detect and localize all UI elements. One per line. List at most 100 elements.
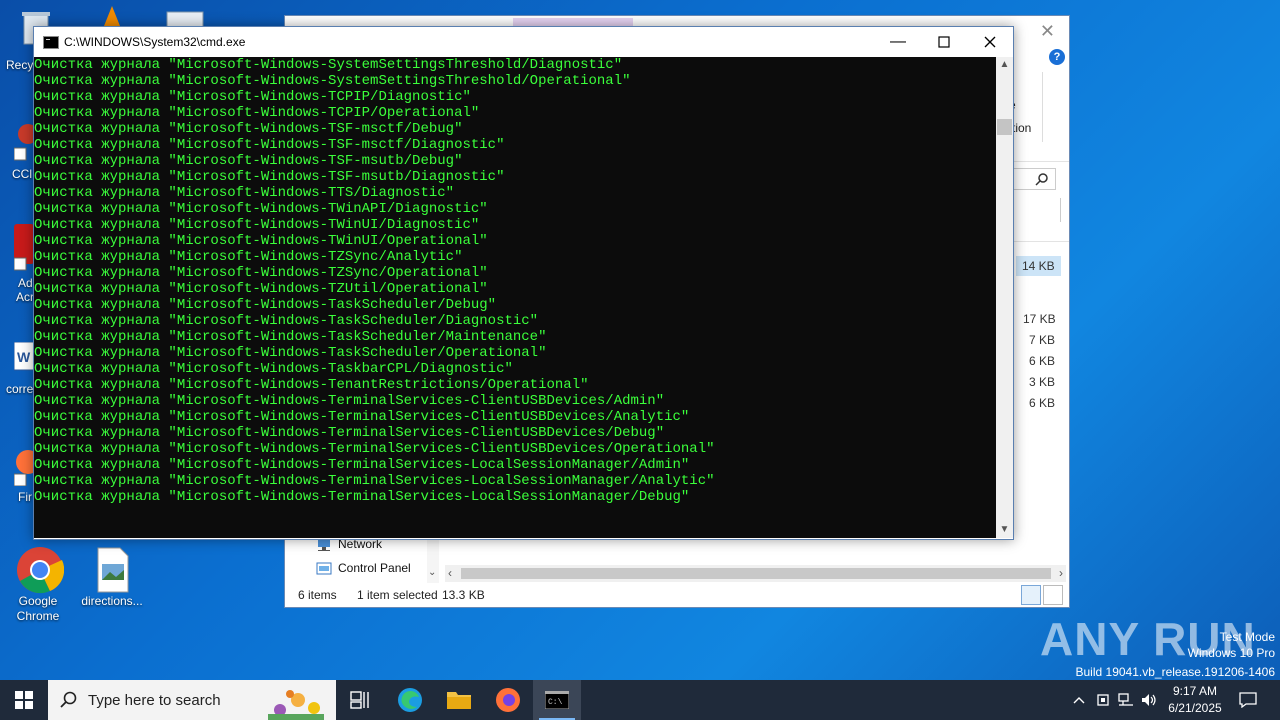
close-icon [984,36,996,48]
scroll-up-icon[interactable]: ▲ [996,57,1013,73]
scroll-down-icon[interactable]: ⌄ [428,567,436,578]
console-line: Очистка журнала "Microsoft-Windows-TCPIP… [34,105,480,121]
document-icon [166,11,204,29]
console-line: Очистка журнала "Microsoft-Windows-TSF-m… [34,137,505,153]
desktop-label-firefox: Fir [18,490,32,504]
console-line: Очистка журнала "Microsoft-Windows-TZSyn… [34,249,463,265]
show-hidden-icons-button[interactable] [1070,680,1088,720]
taskbar: Type here to search C:\ 9:17 AM 6/21/202… [0,680,1280,720]
task-view-icon [350,691,369,709]
taskbar-search-box[interactable]: Type here to search [48,680,336,720]
taskbar-firefox-button[interactable] [484,680,532,720]
file-size: 6 KB [1029,396,1056,410]
console-line: Очистка журнала "Microsoft-Windows-TSF-m… [34,121,463,137]
desktop-icon-word[interactable]: W [13,341,35,374]
console-line: Очистка журнала "Microsoft-Windows-TSF-m… [34,169,505,185]
folder-icon [447,692,471,709]
file-size-selected[interactable]: 14 KB [1016,256,1061,276]
file-size: 6 KB [1029,354,1056,368]
desktop-label-recycle: Recy [6,58,34,72]
action-center-button[interactable] [1232,680,1264,720]
taskbar-edge-button[interactable] [386,680,434,720]
taskbar-cmd-button[interactable]: C:\ [533,680,581,720]
file-size: 7 KB [1029,333,1056,347]
scroll-right-icon[interactable]: › [1059,566,1063,580]
desktop-icon-acrobat[interactable] [13,224,34,272]
desktop-icon-ccleaner[interactable] [13,120,38,164]
edge-icon [398,688,422,712]
horizontal-scrollbar[interactable]: ‹ › [445,565,1066,582]
console-line: Очистка журнала "Microsoft-Windows-TaskS… [34,297,497,313]
explorer-pane-divider [1060,198,1061,222]
cmd-window[interactable]: C:\WINDOWS\System32\cmd.exe — Очистка жу… [33,26,1014,540]
details-view-button[interactable] [1021,585,1041,605]
desktop-label-acrobat-1: Ad [18,276,33,290]
desktop-label-word: corre [6,382,34,396]
file-size: 17 KB [1023,312,1056,326]
chevron-up-icon [1073,697,1085,704]
explorer-search-box[interactable] [1010,168,1056,190]
vlc-icon [104,6,120,26]
nav-pane-scrollbar[interactable]: ⌄ [427,537,439,583]
console-output[interactable]: Очистка журнала "Microsoft-Windows-Syste… [34,57,996,538]
close-button[interactable] [967,27,1013,57]
volume-tray-button[interactable] [1140,680,1158,720]
console-line: Очистка журнала "Microsoft-Windows-Taskb… [34,361,513,377]
search-highlight-flowers-icon [268,690,324,720]
start-button[interactable] [0,680,48,720]
desktop-icon-google-chrome[interactable]: Google Chrome [0,546,76,624]
console-line: Очистка журнала "Microsoft-Windows-Syste… [34,57,623,73]
task-view-button[interactable] [336,680,384,720]
network-tray-button[interactable] [1117,680,1135,720]
status-selected: 1 item selected [357,588,438,602]
image-file-icon [90,546,134,593]
console-line: Очистка журнала "Microsoft-Windows-TZUti… [34,281,488,297]
scroll-down-icon[interactable]: ▼ [996,522,1013,538]
taskbar-clock[interactable]: 9:17 AM 6/21/2025 [1162,683,1228,717]
speaker-icon [1142,694,1156,706]
console-line: Очистка журнала "Microsoft-Windows-TWinU… [34,217,480,233]
console-line: Очистка журнала "Microsoft-Windows-TaskS… [34,329,547,345]
help-icon[interactable]: ? [1049,49,1065,65]
explorer-status-bar: 6 items 1 item selected 13.3 KB [285,584,1067,605]
console-scroll-thumb[interactable] [997,119,1012,135]
control-panel-icon [316,562,332,574]
console-line: Очистка журнала "Microsoft-Windows-Tenan… [34,377,589,393]
acrobat-icon [13,224,34,271]
desktop-icon-doc[interactable] [165,8,205,29]
network-icon [1118,693,1133,706]
explorer-ribbon-partial-label-2: tion [1012,121,1032,135]
horizontal-scroll-thumb[interactable] [461,568,1051,579]
console-line: Очистка журнала "Microsoft-Windows-Termi… [34,409,690,425]
tray-security-icon-button[interactable] [1094,680,1112,720]
scroll-left-icon[interactable]: ‹ [448,566,452,580]
cmd-titlebar[interactable]: C:\WINDOWS\System32\cmd.exe — [34,27,1013,57]
search-icon [60,691,77,708]
console-line: Очистка журнала "Microsoft-Windows-Termi… [34,393,665,409]
explorer-close-icon[interactable]: ✕ [1040,21,1055,42]
search-icon [1035,173,1048,186]
console-line: Очистка журнала "Microsoft-Windows-TSF-m… [34,153,463,169]
maximize-button[interactable] [921,27,967,57]
cmd-icon: C:\ [545,691,569,709]
cmd-window-title: C:\WINDOWS\System32\cmd.exe [64,35,246,49]
taskbar-file-explorer-button[interactable] [435,680,483,720]
firefox-icon [496,688,520,712]
console-line: Очистка журнала "Microsoft-Windows-Termi… [34,457,690,473]
windows-logo-icon [15,691,33,709]
ribbon-divider [1042,72,1043,142]
large-icons-view-button[interactable] [1043,585,1063,605]
desktop-icon-vlc[interactable] [100,4,124,28]
desktop-label-google-chrome: Google Chrome [16,594,60,623]
desktop-icon-firefox[interactable] [13,446,40,487]
word-doc-icon: W [13,341,35,371]
cmd-app-icon [43,36,59,49]
desktop-label-acrobat-2: Acr [16,290,34,304]
console-vertical-scrollbar[interactable]: ▲ ▼ [996,57,1013,538]
ccleaner-icon [13,124,38,161]
desktop-icon-directions[interactable]: directions... [74,546,150,609]
clock-date: 6/21/2025 [1168,701,1222,715]
minimize-button[interactable]: — [875,27,921,57]
nav-item-control-panel[interactable]: Control Panel [316,561,411,575]
status-size: 13.3 KB [442,588,485,602]
